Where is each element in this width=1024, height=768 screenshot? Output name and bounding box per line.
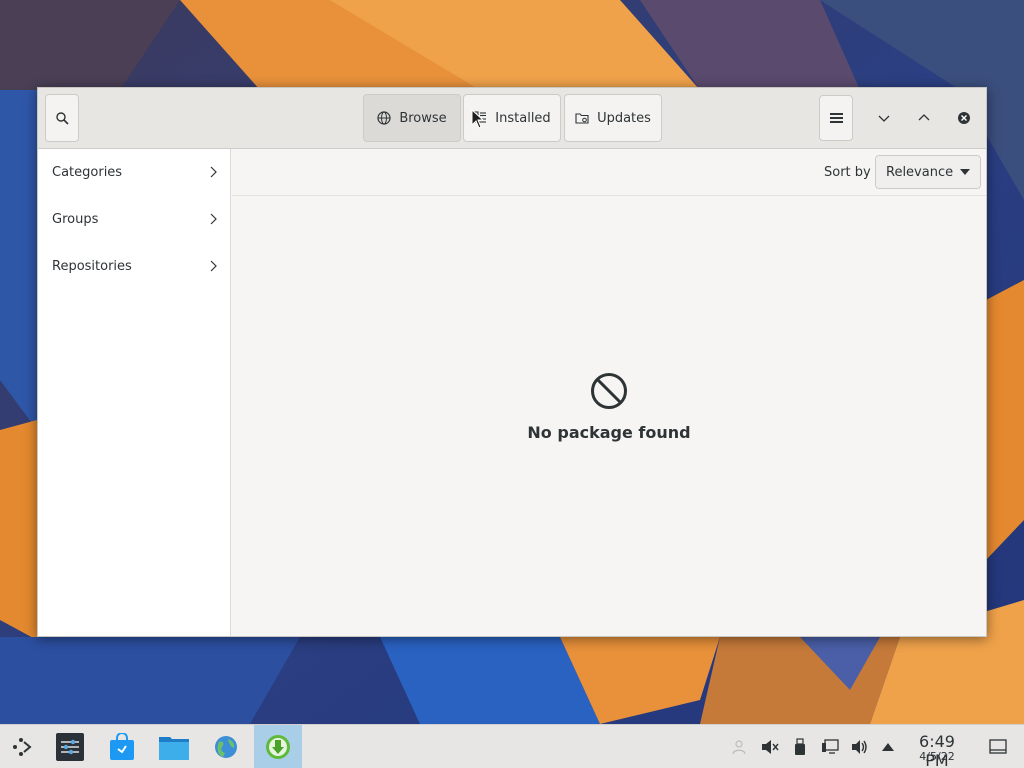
- app-launcher-icon: [13, 738, 32, 756]
- close-icon: [958, 112, 970, 124]
- dropdown-arrow-icon: [960, 169, 970, 175]
- taskbar: 6:49 PM 4/5/22: [0, 724, 1024, 768]
- show-desktop-icon: [989, 739, 1007, 754]
- chevron-right-icon: [210, 166, 217, 178]
- sidebar: Categories Groups Repositories: [38, 149, 231, 636]
- close-button[interactable]: [949, 103, 979, 133]
- empty-state-message: No package found: [527, 423, 691, 442]
- network-icon: [822, 739, 839, 754]
- main-menu-button[interactable]: [819, 95, 853, 141]
- mouse-cursor-icon: [471, 109, 485, 129]
- sidebar-item-label: Repositories: [52, 258, 132, 274]
- tab-updates[interactable]: Updates: [564, 94, 662, 142]
- app-launcher-button[interactable]: [0, 727, 46, 767]
- sort-bar: Sort by Relevance: [232, 149, 986, 196]
- globe-icon: [377, 111, 391, 125]
- package-installer-launcher[interactable]: [254, 725, 302, 768]
- sidebar-item-groups[interactable]: Groups: [38, 196, 231, 242]
- tab-installed-label: Installed: [495, 110, 551, 126]
- hamburger-menu-icon: [829, 113, 843, 123]
- user-tray-button[interactable]: [729, 736, 751, 758]
- app-window: Browse Installed Updates Categories Grou…: [37, 87, 987, 637]
- tray-expand-button[interactable]: [877, 736, 899, 758]
- discover-launcher[interactable]: [99, 727, 145, 767]
- sort-dropdown[interactable]: Relevance: [875, 155, 981, 189]
- maximize-button[interactable]: [909, 103, 939, 133]
- package-installer-icon: [266, 735, 290, 759]
- web-browser-icon: [215, 736, 237, 758]
- sidebar-item-label: Groups: [52, 211, 99, 227]
- sidebar-item-label: Categories: [52, 164, 123, 180]
- updates-folder-icon: [575, 113, 589, 124]
- tray-expand-icon: [882, 743, 894, 751]
- main-content: Sort by Relevance No package found: [232, 149, 986, 636]
- tab-browse-label: Browse: [399, 110, 447, 126]
- minimize-icon: [878, 115, 890, 122]
- mute-tray-button[interactable]: [759, 736, 781, 758]
- minimize-button[interactable]: [869, 103, 899, 133]
- maximize-icon: [918, 114, 930, 121]
- sidebar-item-repositories[interactable]: Repositories: [38, 243, 231, 289]
- sort-dropdown-value: Relevance: [886, 164, 954, 180]
- volume-tray-button[interactable]: [849, 736, 871, 758]
- show-desktop-button[interactable]: [987, 736, 1009, 758]
- clock-date[interactable]: 4/5/22: [905, 750, 969, 763]
- file-manager-icon: [159, 737, 189, 760]
- sidebar-item-categories[interactable]: Categories: [38, 149, 231, 195]
- tab-updates-label: Updates: [597, 110, 651, 126]
- volume-icon: [852, 740, 867, 754]
- web-browser-launcher[interactable]: [203, 727, 249, 767]
- settings-icon: [56, 733, 84, 761]
- tab-browse[interactable]: Browse: [363, 94, 461, 142]
- file-manager-launcher[interactable]: [151, 727, 197, 767]
- network-tray-button[interactable]: [819, 736, 841, 758]
- search-icon: [55, 111, 69, 125]
- header-bar: Browse Installed Updates: [38, 88, 986, 149]
- sort-label: Sort by: [824, 165, 871, 180]
- search-button[interactable]: [45, 94, 79, 142]
- user-icon: [732, 740, 746, 755]
- chevron-right-icon: [210, 260, 217, 272]
- usb-tray-button[interactable]: [789, 736, 811, 758]
- chevron-right-icon: [210, 213, 217, 225]
- usb-icon: [795, 738, 805, 755]
- settings-launcher[interactable]: [47, 727, 93, 767]
- discover-store-icon: [110, 733, 134, 760]
- no-entry-icon: [591, 373, 627, 409]
- muted-speaker-icon: [762, 740, 779, 754]
